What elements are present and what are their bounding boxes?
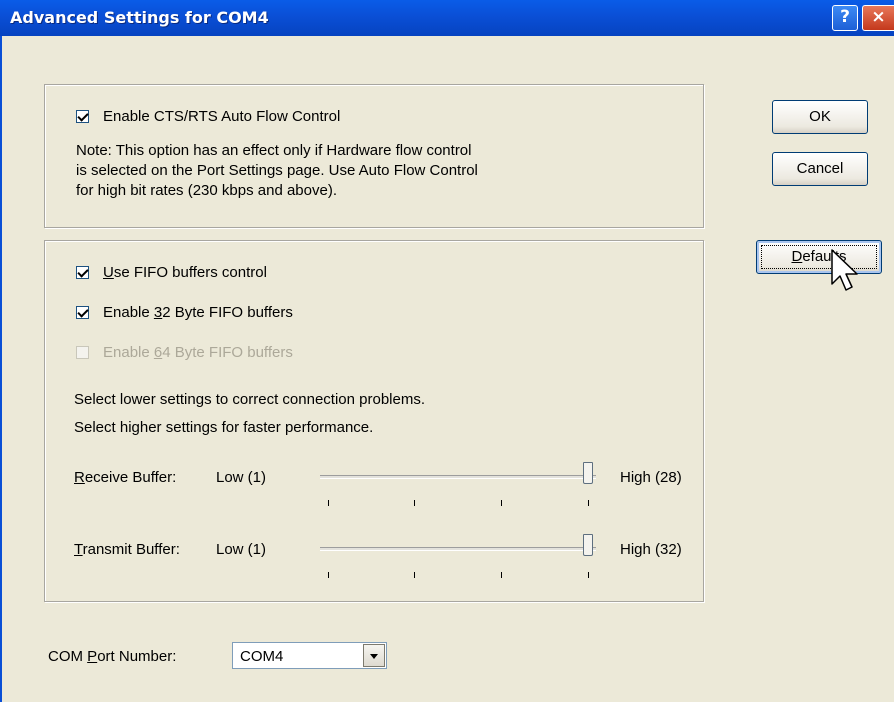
transmit-low-label: Low (1) xyxy=(216,541,267,558)
fifo-hint-line-2: Select higher settings for faster perfor… xyxy=(74,419,374,436)
receive-buffer-slider[interactable] xyxy=(320,475,596,479)
com-port-label-text: ort Number: xyxy=(97,648,177,665)
com-port-label: COM Port Number: xyxy=(48,648,176,665)
cts-rts-checkbox[interactable] xyxy=(76,110,89,123)
transmit-tick xyxy=(588,572,589,578)
defaults-mnemonic: D xyxy=(791,248,803,265)
com-port-label-pre: COM xyxy=(48,648,88,665)
transmit-label-text: ransmit Buffer: xyxy=(82,541,180,558)
receive-high-label: High (28) xyxy=(620,469,682,486)
receive-label-text: eceive Buffer: xyxy=(84,469,177,486)
transmit-high-label: High (32) xyxy=(620,541,682,558)
enable-64-label-pre: Enable xyxy=(103,344,154,361)
receive-tick xyxy=(588,500,589,506)
fifo-hint-line-1: Select lower settings to correct connect… xyxy=(74,391,425,408)
enable-32-byte-label[interactable]: Enable 32 Byte FIFO buffers xyxy=(103,304,293,321)
receive-tick xyxy=(501,500,502,506)
enable-64-byte-checkbox[interactable] xyxy=(76,346,89,359)
transmit-tick xyxy=(501,572,502,578)
use-fifo-label-text: se FIFO buffers control xyxy=(113,264,267,281)
enable-64-mnemonic: 6 xyxy=(153,344,163,361)
note-line-3: for high bit rates (230 kbps and above). xyxy=(76,182,337,199)
receive-tick xyxy=(414,500,415,506)
enable-64-byte-label[interactable]: Enable 64 Byte FIFO buffers xyxy=(103,344,293,361)
close-button[interactable]: × xyxy=(862,5,894,31)
receive-low-label: Low (1) xyxy=(216,469,267,486)
enable-32-label-text: 2 Byte FIFO buffers xyxy=(162,304,293,321)
com-port-mnemonic: P xyxy=(87,648,98,665)
transmit-tick xyxy=(328,572,329,578)
use-fifo-label[interactable]: Use FIFO buffers control xyxy=(103,264,267,281)
enable-32-byte-checkbox[interactable] xyxy=(76,306,89,319)
help-icon: ? xyxy=(840,7,850,27)
cts-rts-label[interactable]: Enable CTS/RTS Auto Flow Control xyxy=(103,108,340,125)
chevron-down-icon[interactable] xyxy=(363,644,385,667)
receive-buffer-label: Receive Buffer: xyxy=(74,469,176,486)
enable-32-label-pre: Enable xyxy=(103,304,154,321)
transmit-tick xyxy=(414,572,415,578)
close-icon: × xyxy=(871,7,886,27)
window-title: Advanced Settings for COM4 xyxy=(10,8,269,27)
flow-control-note: Note: This option has an effect only if … xyxy=(76,141,596,201)
note-line-2: is selected on the Port Settings page. U… xyxy=(76,162,478,179)
transmit-buffer-label: Transmit Buffer: xyxy=(74,541,180,558)
title-bar: Advanced Settings for COM4 ? × xyxy=(0,0,894,36)
com-port-select[interactable]: COM4 xyxy=(232,642,387,669)
transmit-slider-thumb[interactable] xyxy=(583,534,593,556)
use-fifo-checkbox[interactable] xyxy=(76,266,89,279)
receive-mnemonic: R xyxy=(74,469,85,486)
com-port-value: COM4 xyxy=(240,648,284,665)
enable-32-mnemonic: 3 xyxy=(153,304,163,321)
help-button[interactable]: ? xyxy=(832,5,858,31)
window-frame-left xyxy=(0,36,2,702)
ok-button[interactable]: OK xyxy=(772,100,868,134)
use-fifo-mnemonic: U xyxy=(103,264,114,281)
transmit-buffer-slider[interactable] xyxy=(320,547,596,551)
receive-tick xyxy=(328,500,329,506)
transmit-mnemonic: T xyxy=(74,541,83,558)
cancel-button[interactable]: Cancel xyxy=(772,152,868,186)
receive-slider-thumb[interactable] xyxy=(583,462,593,484)
enable-64-label-text: 4 Byte FIFO buffers xyxy=(162,344,293,361)
arrow-cursor-icon xyxy=(831,249,858,291)
note-line-1: Note: This option has an effect only if … xyxy=(76,142,472,159)
